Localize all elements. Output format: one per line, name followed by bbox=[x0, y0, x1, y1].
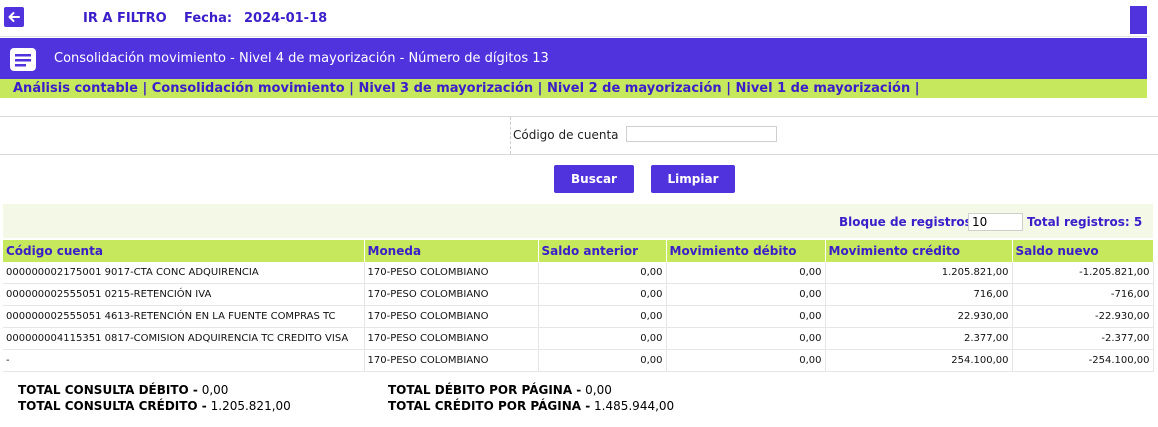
table-row[interactable]: 000000002555051 0215-RETENCIÓN IVA 170-P… bbox=[3, 283, 1154, 306]
bloque-registros-label: Bloque de registros: bbox=[839, 215, 977, 229]
cell-movimiento-credito: 1.205.821,00 bbox=[825, 262, 1013, 284]
cell-movimiento-debito: 0,00 bbox=[666, 283, 826, 306]
total-consulta-credito-label: TOTAL CONSULTA CRÉDITO - bbox=[18, 399, 207, 413]
filter-form: Código de cuenta bbox=[510, 117, 787, 154]
codigo-cuenta-input[interactable] bbox=[626, 126, 777, 142]
cell-movimiento-debito: 0,00 bbox=[666, 327, 826, 350]
total-credito-pagina-label: TOTAL CRÉDITO POR PÁGINA - bbox=[388, 399, 591, 413]
breadcrumb-separator: | bbox=[137, 81, 152, 96]
total-consulta-credito: TOTAL CONSULTA CRÉDITO - 1.205.821,00 bbox=[18, 399, 291, 413]
breadcrumb-nivel-1[interactable]: Nivel 1 de mayorización bbox=[736, 81, 911, 96]
breadcrumb-separator: | bbox=[721, 81, 736, 96]
cell-saldo-anterior: 0,00 bbox=[538, 283, 667, 306]
breadcrumb-row: Análisis contable | Consolidación movimi… bbox=[13, 81, 920, 96]
cell-movimiento-credito: 2.377,00 bbox=[825, 327, 1013, 350]
cell-movimiento-debito: 0,00 bbox=[666, 262, 826, 284]
cell-movimiento-credito: 22.930,00 bbox=[825, 305, 1013, 328]
cell-moneda: 170-PESO COLOMBIANO bbox=[364, 305, 539, 328]
cell-movimiento-debito: 0,00 bbox=[666, 349, 826, 372]
limpiar-button[interactable]: Limpiar bbox=[651, 165, 735, 193]
cell-movimiento-credito: 254.100,00 bbox=[825, 349, 1013, 372]
table-row[interactable]: 000000004115351 0817-COMISION ADQUIRENCI… bbox=[3, 327, 1154, 350]
cell-saldo-nuevo: -22.930,00 bbox=[1012, 305, 1154, 328]
back-arrow-icon[interactable] bbox=[4, 7, 24, 27]
results-table: Código cuenta Moneda Saldo anterior Movi… bbox=[3, 240, 1154, 372]
ir-a-filtro-link[interactable]: IR A FILTRO bbox=[83, 11, 167, 26]
page-title: Consolidación movimiento - Nivel 4 de ma… bbox=[54, 51, 549, 66]
document-list-icon bbox=[10, 48, 36, 71]
cell-moneda: 170-PESO COLOMBIANO bbox=[364, 327, 539, 350]
total-debito-pagina-value: 0,00 bbox=[585, 383, 612, 397]
total-consulta-debito: TOTAL CONSULTA DÉBITO - 0,00 bbox=[18, 383, 228, 397]
breadcrumb-nivel-2[interactable]: Nivel 2 de mayorización bbox=[547, 81, 722, 96]
total-consulta-debito-label: TOTAL CONSULTA DÉBITO - bbox=[18, 383, 198, 397]
total-credito-pagina: TOTAL CRÉDITO POR PÁGINA - 1.485.944,00 bbox=[388, 399, 674, 413]
cell-saldo-anterior: 0,00 bbox=[538, 305, 667, 328]
cell-saldo-anterior: 0,00 bbox=[538, 262, 667, 284]
column-header-codigo-cuenta[interactable]: Código cuenta bbox=[3, 240, 365, 262]
breadcrumb: Análisis contable | Consolidación movimi… bbox=[0, 79, 1147, 98]
cell-saldo-nuevo: -716,00 bbox=[1012, 283, 1154, 306]
codigo-cuenta-label: Código de cuenta bbox=[513, 128, 619, 142]
cell-codigo-cuenta: 000000002555051 4613-RETENCIÓN EN LA FUE… bbox=[3, 305, 365, 328]
cell-saldo-nuevo: -254.100,00 bbox=[1012, 349, 1154, 372]
bloque-registros-input[interactable]: 10 bbox=[968, 213, 1023, 231]
buscar-button[interactable]: Buscar bbox=[554, 165, 634, 193]
results-panel: Bloque de registros: 10 Total registros:… bbox=[3, 204, 1154, 423]
total-consulta-debito-value: 0,00 bbox=[201, 383, 229, 397]
column-header-saldo-anterior[interactable]: Saldo anterior bbox=[538, 240, 667, 262]
cell-movimiento-credito: 716,00 bbox=[825, 283, 1013, 306]
column-header-saldo-nuevo[interactable]: Saldo nuevo bbox=[1012, 240, 1154, 262]
breadcrumb-separator: | bbox=[344, 81, 359, 96]
cell-codigo-cuenta: 000000002555051 0215-RETENCIÓN IVA bbox=[3, 283, 365, 306]
arrow-left-icon bbox=[8, 12, 20, 22]
top-right-button[interactable] bbox=[1130, 6, 1147, 34]
total-registros: Total registros: 5 bbox=[1027, 215, 1143, 229]
top-bar: IR A FILTRO Fecha: 2024-01-18 bbox=[0, 0, 1150, 37]
cell-moneda: 170-PESO COLOMBIANO bbox=[364, 349, 539, 372]
table-row[interactable]: 000000002175001 9017-CTA CONC ADQUIRENCI… bbox=[3, 262, 1154, 284]
fecha-value: 2024-01-18 bbox=[244, 11, 328, 26]
totals-section: TOTAL CONSULTA DÉBITO - 0,00 TOTAL CONSU… bbox=[3, 378, 1153, 423]
total-debito-pagina: TOTAL DÉBITO POR PÁGINA - 0,00 bbox=[388, 383, 612, 397]
cell-codigo-cuenta: 000000002175001 9017-CTA CONC ADQUIRENCI… bbox=[3, 262, 365, 284]
breadcrumb-separator: | bbox=[533, 81, 547, 96]
cell-saldo-nuevo: -2.377,00 bbox=[1012, 327, 1154, 350]
cell-movimiento-debito: 0,00 bbox=[666, 305, 826, 328]
cell-moneda: 170-PESO COLOMBIANO bbox=[364, 262, 539, 284]
total-consulta-credito-value: 1.205.821,00 bbox=[210, 399, 291, 413]
cell-moneda: 170-PESO COLOMBIANO bbox=[364, 283, 539, 306]
column-header-movimiento-debito[interactable]: Movimiento débito bbox=[666, 240, 826, 262]
breadcrumb-consolidacion-movimiento[interactable]: Consolidación movimiento bbox=[152, 81, 345, 96]
pagination-bar: Bloque de registros: 10 Total registros:… bbox=[3, 204, 1153, 238]
cell-saldo-anterior: 0,00 bbox=[538, 349, 667, 372]
column-header-moneda[interactable]: Moneda bbox=[364, 240, 539, 262]
divider bbox=[0, 154, 1158, 155]
breadcrumb-analisis-contable[interactable]: Análisis contable bbox=[13, 81, 138, 96]
total-debito-pagina-label: TOTAL DÉBITO POR PÁGINA - bbox=[388, 383, 582, 397]
cell-saldo-anterior: 0,00 bbox=[538, 327, 667, 350]
fecha-label: Fecha: bbox=[184, 11, 233, 26]
cell-codigo-cuenta: 000000004115351 0817-COMISION ADQUIRENCI… bbox=[3, 327, 365, 350]
table-row[interactable]: 000000002555051 4613-RETENCIÓN EN LA FUE… bbox=[3, 305, 1154, 328]
total-credito-pagina-value: 1.485.944,00 bbox=[594, 399, 675, 413]
cell-saldo-nuevo: -1.205.821,00 bbox=[1012, 262, 1154, 284]
breadcrumb-separator: | bbox=[910, 81, 920, 96]
cell-codigo-cuenta: - bbox=[3, 349, 365, 372]
table-header-row: Código cuenta Moneda Saldo anterior Movi… bbox=[3, 240, 1154, 262]
page-header: Consolidación movimiento - Nivel 4 de ma… bbox=[0, 38, 1147, 79]
breadcrumb-nivel-3[interactable]: Nivel 3 de mayorización bbox=[358, 81, 533, 96]
column-header-movimiento-credito[interactable]: Movimiento crédito bbox=[825, 240, 1013, 262]
table-row[interactable]: - 170-PESO COLOMBIANO 0,00 0,00 254.100,… bbox=[3, 349, 1154, 372]
